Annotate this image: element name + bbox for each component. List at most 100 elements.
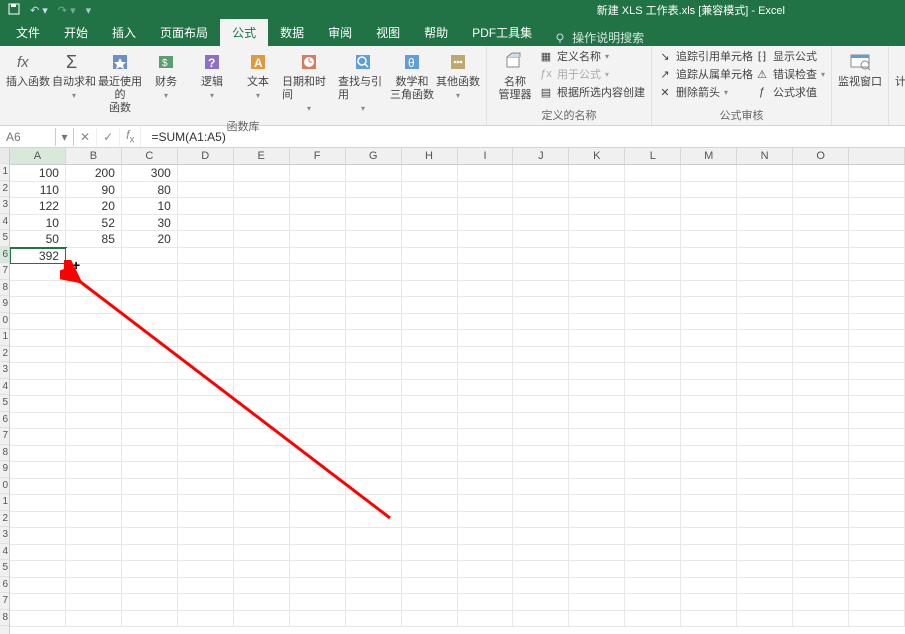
cell[interactable] [625, 165, 681, 182]
cell[interactable] [122, 446, 178, 463]
cell[interactable] [458, 314, 514, 331]
cell[interactable] [122, 396, 178, 413]
row-header[interactable]: 7 [0, 593, 9, 610]
cell[interactable] [122, 512, 178, 529]
cell[interactable] [793, 528, 849, 545]
row-header[interactable]: 3 [0, 197, 9, 214]
cell[interactable] [66, 347, 122, 364]
cell[interactable] [458, 330, 514, 347]
cell[interactable] [234, 215, 290, 232]
cell[interactable] [681, 182, 737, 199]
cell[interactable] [625, 413, 681, 430]
cell[interactable] [569, 314, 625, 331]
cell[interactable] [178, 578, 234, 595]
cell[interactable] [793, 611, 849, 628]
cell[interactable] [66, 495, 122, 512]
col-header[interactable]: E [234, 148, 290, 164]
cell[interactable] [10, 264, 66, 281]
cell[interactable] [122, 264, 178, 281]
cell[interactable] [849, 314, 905, 331]
cell[interactable] [569, 578, 625, 595]
cell[interactable] [178, 182, 234, 199]
cell[interactable] [513, 396, 569, 413]
lookup-button[interactable]: 查找与引用 ▾ [338, 48, 388, 115]
cell[interactable] [737, 231, 793, 248]
cell[interactable] [346, 215, 402, 232]
col-header[interactable]: N [737, 148, 793, 164]
cell[interactable] [402, 495, 458, 512]
cell[interactable] [346, 198, 402, 215]
trace-dependents-button[interactable]: ↗追踪从属单元格 [658, 66, 753, 82]
cell[interactable] [290, 347, 346, 364]
cell[interactable] [569, 297, 625, 314]
cell[interactable] [681, 578, 737, 595]
tab-insert[interactable]: 插入 [100, 19, 148, 46]
use-in-formula-button[interactable]: ƒx用于公式 ▾ [539, 66, 645, 82]
cell[interactable] [625, 363, 681, 380]
cell[interactable] [346, 429, 402, 446]
row-header[interactable]: 8 [0, 610, 9, 627]
cell[interactable] [178, 248, 234, 265]
cell[interactable] [849, 297, 905, 314]
col-header[interactable]: A [10, 148, 66, 164]
tell-me-search[interactable]: 操作说明搜索 [554, 29, 644, 46]
cell[interactable] [346, 594, 402, 611]
cancel-formula-icon[interactable]: ✕ [74, 128, 97, 146]
cell[interactable] [122, 479, 178, 496]
row-header[interactable]: 4 [0, 379, 9, 396]
cell[interactable] [122, 281, 178, 298]
cell[interactable] [849, 248, 905, 265]
cell[interactable] [681, 363, 737, 380]
cell[interactable] [737, 512, 793, 529]
cell[interactable] [122, 347, 178, 364]
cell[interactable] [10, 528, 66, 545]
cell[interactable] [346, 248, 402, 265]
cell[interactable] [290, 495, 346, 512]
cell[interactable] [458, 347, 514, 364]
cell[interactable] [681, 545, 737, 562]
cell[interactable] [290, 330, 346, 347]
cell[interactable] [849, 182, 905, 199]
cell[interactable] [234, 182, 290, 199]
cell[interactable] [10, 446, 66, 463]
row-header[interactable]: 3 [0, 362, 9, 379]
cell[interactable] [849, 198, 905, 215]
cell[interactable] [234, 545, 290, 562]
cell[interactable] [178, 528, 234, 545]
cell[interactable] [513, 231, 569, 248]
row-header[interactable]: 9 [0, 461, 9, 478]
cell[interactable] [793, 248, 849, 265]
row-header[interactable]: 6 [0, 247, 9, 264]
cell[interactable] [66, 462, 122, 479]
name-box[interactable]: A6 [0, 128, 56, 146]
cell[interactable] [290, 231, 346, 248]
cell-C4[interactable]: 30 [122, 215, 178, 232]
finance-button[interactable]: $ 财务 ▾ [144, 48, 188, 102]
cell[interactable] [66, 413, 122, 430]
insert-function-button[interactable]: fx 插入函数 [6, 48, 50, 89]
cell[interactable] [66, 528, 122, 545]
cell[interactable] [66, 561, 122, 578]
cell[interactable] [681, 314, 737, 331]
cell[interactable] [178, 396, 234, 413]
cell[interactable] [681, 528, 737, 545]
cell[interactable] [66, 281, 122, 298]
cell[interactable] [625, 198, 681, 215]
cell[interactable] [737, 594, 793, 611]
cell[interactable] [569, 413, 625, 430]
autosum-button[interactable]: Σ 自动求和 ▾ [52, 48, 96, 102]
cell[interactable] [793, 429, 849, 446]
cell[interactable] [513, 281, 569, 298]
cell[interactable] [569, 446, 625, 463]
cell[interactable] [66, 446, 122, 463]
cell[interactable] [234, 380, 290, 397]
cell[interactable] [849, 578, 905, 595]
cell[interactable] [793, 330, 849, 347]
cell[interactable] [178, 594, 234, 611]
row-header[interactable]: 3 [0, 527, 9, 544]
cell[interactable] [793, 363, 849, 380]
cell[interactable] [513, 363, 569, 380]
cell[interactable] [402, 429, 458, 446]
cell[interactable] [625, 297, 681, 314]
cell[interactable] [458, 429, 514, 446]
